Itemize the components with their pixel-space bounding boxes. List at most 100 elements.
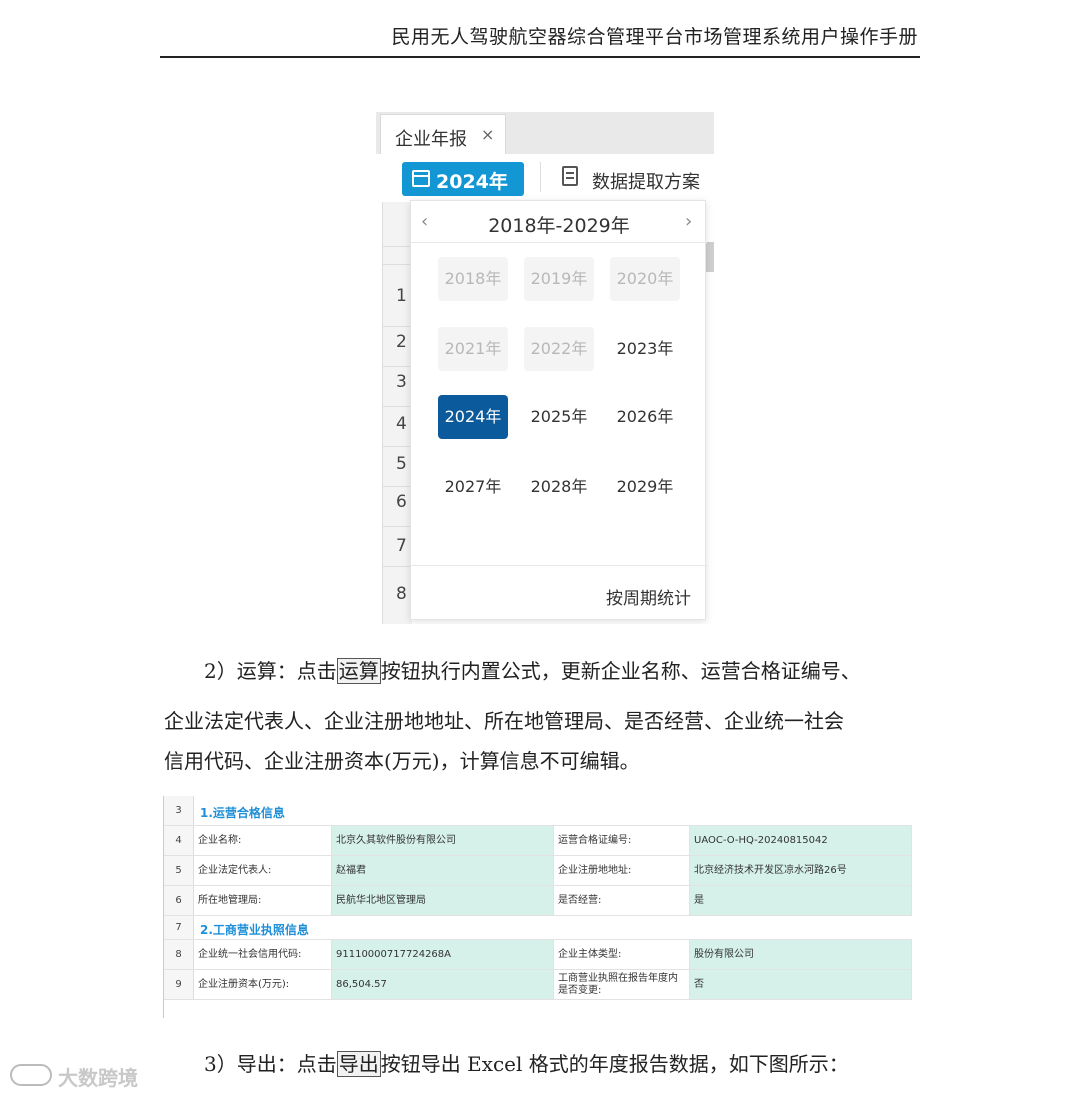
section-title: 1.运营合格信息 [200,806,285,820]
field-value: 86,504.57 [332,970,554,999]
year-cell: 2022年 [524,327,594,371]
year-picker-screenshot: 企业年报 × 2024年 数据提取方案 1 2 3 4 5 6 7 8 ‹ 20… [376,112,714,624]
field-value-text: 赵福君 [336,865,366,876]
toolbar-divider [540,162,541,192]
field-label: 工商营业执照在报告年度内是否变更: [554,970,690,999]
year-cell: 2019年 [524,257,594,301]
grid-line [382,264,412,265]
year-cell[interactable]: 2024年 [438,395,508,439]
export-button-ref: 导出 [336,1051,381,1077]
document-header: 民用无人驾驶航空器综合管理平台市场管理系统用户操作手册 [160,18,920,58]
toolbar: 2024年 数据提取方案 [376,154,714,202]
field-value-text: 是 [694,895,704,906]
field-label-text: 企业注册资本(万元): [198,979,290,990]
field-value: 是 [690,886,912,915]
year-cell[interactable]: 2023年 [610,327,680,371]
row-number: 7 [164,916,194,939]
field-value-text: 北京久其软件股份有限公司 [336,835,456,846]
field-value: 北京久其软件股份有限公司 [332,826,554,855]
year-cell[interactable]: 2029年 [610,465,680,509]
calendar-icon [412,170,430,187]
grid-line [382,326,412,327]
compute-intro: 2）运算：点击 [204,659,337,683]
spreadsheet-screenshot: 3 1.运营合格信息 4 企业名称: 北京久其软件股份有限公司 运营合格证编号: UAOC-… [163,796,912,1018]
watermark-text: 大数跨境 [58,1066,138,1090]
section-row: 7 2.工商营业执照信息 [164,916,912,940]
field-value-text: 否 [694,979,704,990]
compute-description: 按钮执行内置公式，更新企业名称、运营合格证编号、 [380,659,861,683]
field-label: 企业统一社会信用代码: [194,940,332,969]
paragraph-export: 3）导出：点击 导出 按钮导出 Excel 格式的年度报告数据，如下图所示： [204,1048,849,1077]
row-number: 6 [164,886,194,915]
tab-label: 企业年报 [395,129,467,150]
grid-line [382,246,412,247]
field-value: 91110000717724268A [332,940,554,969]
tab-bar: 企业年报 × [376,112,714,155]
year-cell: 2018年 [438,257,508,301]
section-row: 3 1.运营合格信息 [164,796,912,826]
table-row: 9 企业注册资本(万元): 86,504.57 工商营业执照在报告年度内是否变更: 否 [164,970,912,1000]
field-label-text: 企业注册地地址: [558,865,632,876]
table-row: 5 企业法定代表人: 赵福君 企业注册地地址: 北京经济技术开发区凉水河路26号 [164,856,912,886]
year-cell: 2020年 [610,257,680,301]
tab-annual-report[interactable]: 企业年报 × [380,114,506,155]
data-extract-button[interactable]: 数据提取方案 [592,168,700,194]
export-intro: 3）导出：点击 [204,1052,337,1076]
grid-row-header [382,202,412,624]
field-label-text: 是否经营: [558,895,602,906]
row-number: 8 [164,940,194,969]
field-label: 企业主体类型: [554,940,690,969]
field-value: 股份有限公司 [690,940,912,969]
field-label: 企业注册地地址: [554,856,690,885]
by-period-button[interactable]: 按周期统计 [606,584,691,609]
paragraph-compute-line1: 2）运算：点击 运算 按钮执行内置公式，更新企业名称、运营合格证编号、 [204,655,861,684]
year-cell[interactable]: 2025年 [524,395,594,439]
grid-line [382,566,412,567]
row-number: 4 [164,826,194,855]
row-number: 3 [164,796,194,825]
watermark-logo-icon [10,1064,52,1086]
year-cell[interactable]: 2028年 [524,465,594,509]
compute-button-ref: 运算 [336,658,381,684]
grid-line [382,366,412,367]
year-cell[interactable]: 2026年 [610,395,680,439]
year-range-label: 2018年-2029年 [488,215,630,237]
chevron-right-icon[interactable]: › [685,211,692,232]
field-value-text: 北京经济技术开发区凉水河路26号 [694,865,847,876]
paragraph-compute-line2: 企业法定代表人、企业注册地地址、所在地管理局、是否经营、企业统一社会 [164,709,844,733]
year-cell[interactable]: 2027年 [438,465,508,509]
close-icon[interactable]: × [481,125,494,144]
table-row: 4 企业名称: 北京久其软件股份有限公司 运营合格证编号: UAOC-O-HQ-2024… [164,826,912,856]
field-label: 是否经营: [554,886,690,915]
field-label: 所在地管理局: [194,886,332,915]
year-cell: 2021年 [438,327,508,371]
field-value-text: 民航华北地区管理局 [336,895,426,906]
field-label-text: 运营合格证编号: [558,835,632,846]
field-value-text: 86,504.57 [336,979,387,990]
field-label: 企业名称: [194,826,332,855]
table-row: 8 企业统一社会信用代码: 91110000717724268A 企业主体类型: 股份有… [164,940,912,970]
picker-header: ‹ 2018年-2029年 › [411,201,707,243]
year-picker-dropdown: ‹ 2018年-2029年 › 2018年 2019年 2020年 2021年 2022… [410,200,707,620]
document-title: 民用无人驾驶航空器综合管理平台市场管理系统用户操作手册 [391,26,918,48]
export-description: 按钮导出 Excel 格式的年度报告数据，如下图所示： [380,1052,849,1076]
watermark: 大数跨境 [10,1060,150,1090]
field-label: 企业注册资本(万元): [194,970,332,999]
grid-line [382,446,412,447]
row-number: 5 [164,856,194,885]
grid-line [382,526,412,527]
field-label: 企业法定代表人: [194,856,332,885]
grid-line [382,486,412,487]
grid-line [382,406,412,407]
field-value-text: 91110000717724268A [336,949,451,960]
section-title: 2.工商营业执照信息 [200,923,309,937]
scrollbar[interactable] [706,242,714,272]
document-icon [562,166,578,186]
field-label-text: 企业主体类型: [558,949,622,960]
field-label: 运营合格证编号: [554,826,690,855]
field-label-text: 企业名称: [198,835,242,846]
year-button-label: 2024年 [436,171,508,193]
field-value: 北京经济技术开发区凉水河路26号 [690,856,912,885]
year-select-button[interactable]: 2024年 [402,162,524,196]
field-value: 民航华北地区管理局 [332,886,554,915]
